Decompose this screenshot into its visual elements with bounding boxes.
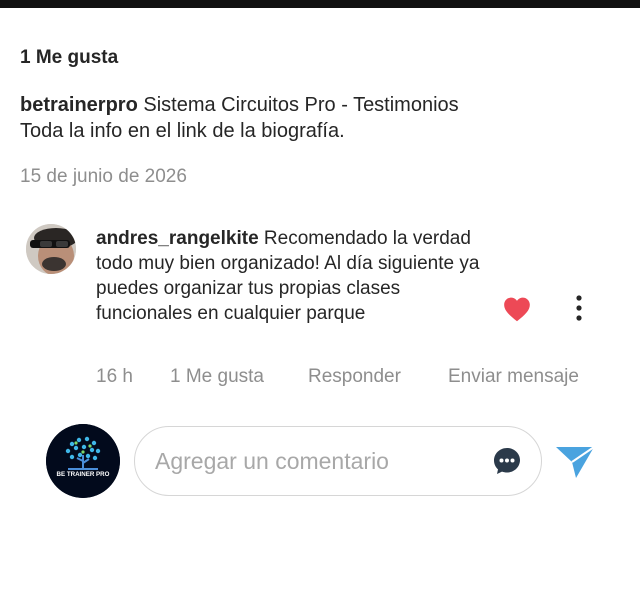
more-vertical-icon [576,295,582,321]
heart-icon[interactable] [503,296,531,322]
comment-body: andres_rangelkite Recomendado la verdad … [96,226,491,326]
post-caption: betrainerpro Sistema Circuitos Pro - Tes… [20,92,620,144]
send-icon-shape [556,446,595,478]
comment-input[interactable] [155,443,475,479]
top-edge-bar [0,0,640,8]
commenter-avatar[interactable] [26,224,76,274]
comment-actions: 16 h 1 Me gusta Responder Enviar mensaje [96,366,579,388]
be-trainer-pro-logo: BE TRAINER PRO [46,424,120,498]
chat-bubble-icon[interactable] [491,445,523,477]
send-message-button[interactable]: Enviar mensaje [448,366,579,388]
comment-username[interactable]: andres_rangelkite [96,228,259,249]
post-date: 15 de junio de 2026 [20,166,187,187]
svg-text:BE TRAINER PRO: BE TRAINER PRO [57,471,110,478]
post-likes-count[interactable]: 1 Me gusta [20,47,118,69]
caption-username[interactable]: betrainerpro [20,94,138,116]
comment-likes-count[interactable]: 1 Me gusta [170,366,308,388]
commenter-avatar-image [26,224,76,274]
comment-time: 16 h [96,366,133,387]
reply-button[interactable]: Responder [308,366,448,388]
current-user-avatar: BE TRAINER PRO [46,424,120,498]
chat-bubble-icon-shape [494,448,520,474]
send-icon[interactable] [554,444,596,480]
caption-text-line2: Toda la info en el link de la biografía. [20,120,345,142]
caption-text-line1: Sistema Circuitos Pro - Testimonios [143,94,459,116]
comment-input-container [134,426,542,496]
more-options-icon[interactable] [567,293,591,323]
heart-icon-shape [504,297,530,322]
